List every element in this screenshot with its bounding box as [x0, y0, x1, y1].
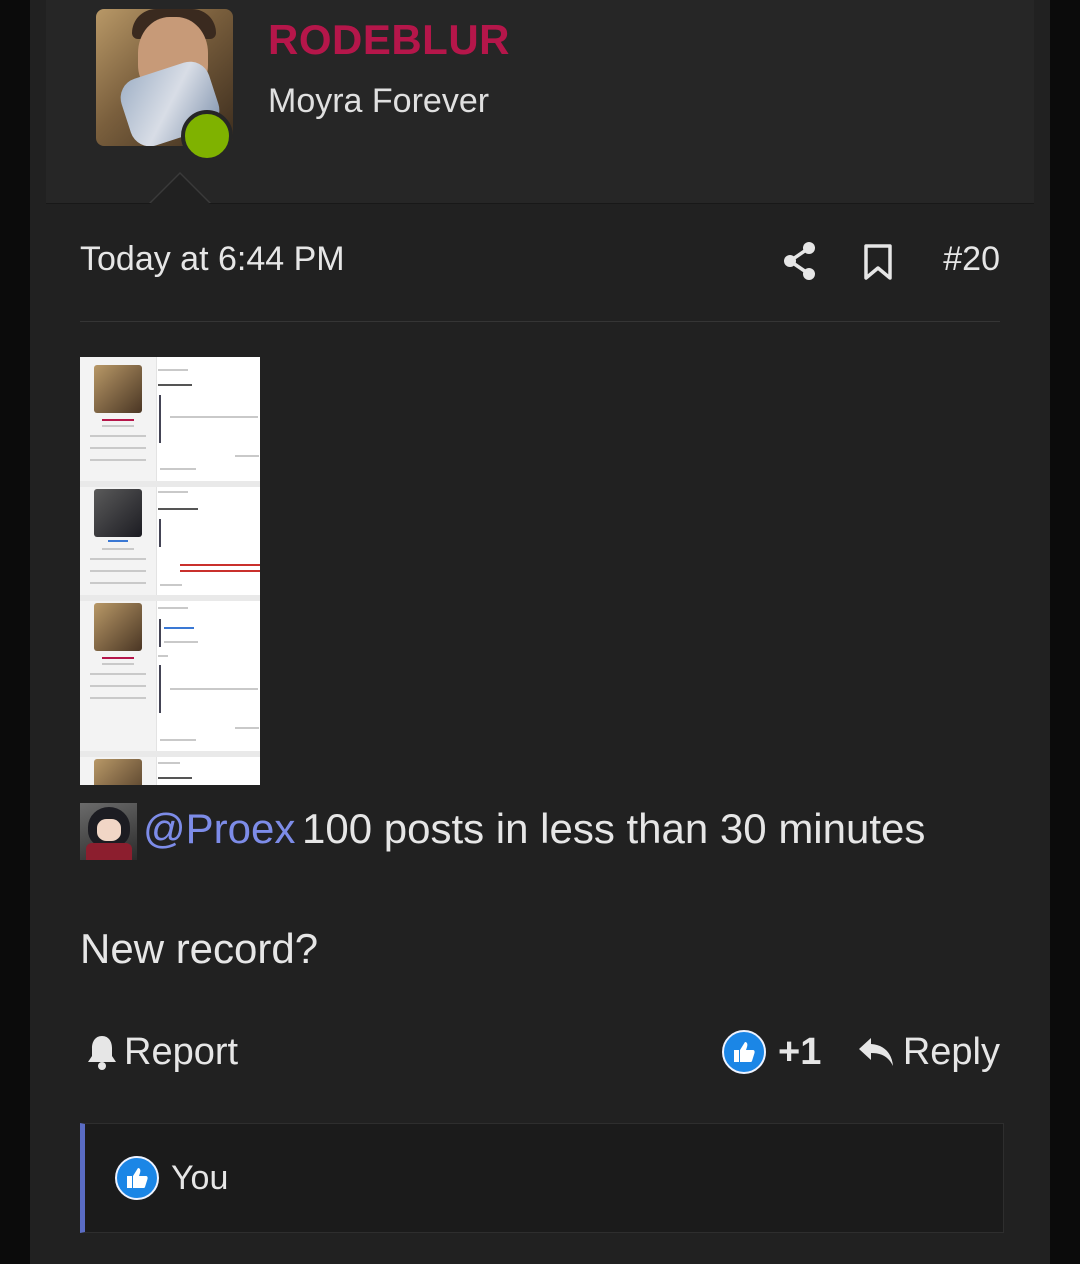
- thumbs-up-icon: [115, 1156, 159, 1200]
- share-icon[interactable]: [783, 242, 817, 280]
- like-count: +1: [778, 1030, 822, 1073]
- reactions-summary[interactable]: You: [80, 1123, 1004, 1233]
- user-title: Moyra Forever: [268, 82, 490, 120]
- report-label: Report: [124, 1030, 239, 1073]
- thumbs-up-icon: [722, 1030, 766, 1074]
- reactions-label: You: [171, 1158, 229, 1197]
- mention-line: @Proex 100 posts in less than 30 minutes: [80, 803, 1040, 863]
- report-button[interactable]: Report: [86, 1025, 238, 1079]
- mentioned-user-avatar[interactable]: [80, 803, 137, 860]
- user-info-block: RODEBLUR Moyra Forever: [46, 0, 1034, 204]
- post-meta: Today at 6:44 PM #20: [80, 240, 1000, 290]
- user-mention-link[interactable]: @Proex: [143, 805, 295, 853]
- like-button[interactable]: +1: [722, 1025, 821, 1079]
- reply-label: Reply: [902, 1030, 1000, 1073]
- post-timestamp[interactable]: Today at 6:44 PM: [80, 240, 345, 279]
- post-number-link[interactable]: #20: [943, 240, 1000, 279]
- bell-icon: [88, 1036, 116, 1070]
- online-status-indicator: [181, 110, 233, 162]
- bookmark-icon[interactable]: [862, 244, 894, 280]
- post-body: New record?: [80, 925, 319, 972]
- username[interactable]: RODEBLUR: [268, 16, 510, 64]
- divider: [80, 321, 1000, 322]
- post-container: RODEBLUR Moyra Forever Today at 6:44 PM …: [30, 0, 1050, 1264]
- attached-screenshot-image[interactable]: [80, 357, 260, 785]
- post-actions: Report +1 Reply: [80, 1025, 1000, 1079]
- reply-button[interactable]: Reply: [857, 1025, 1000, 1079]
- reply-arrow-icon: [858, 1038, 893, 1066]
- post-text: 100 posts in less than 30 minutes: [302, 805, 926, 852]
